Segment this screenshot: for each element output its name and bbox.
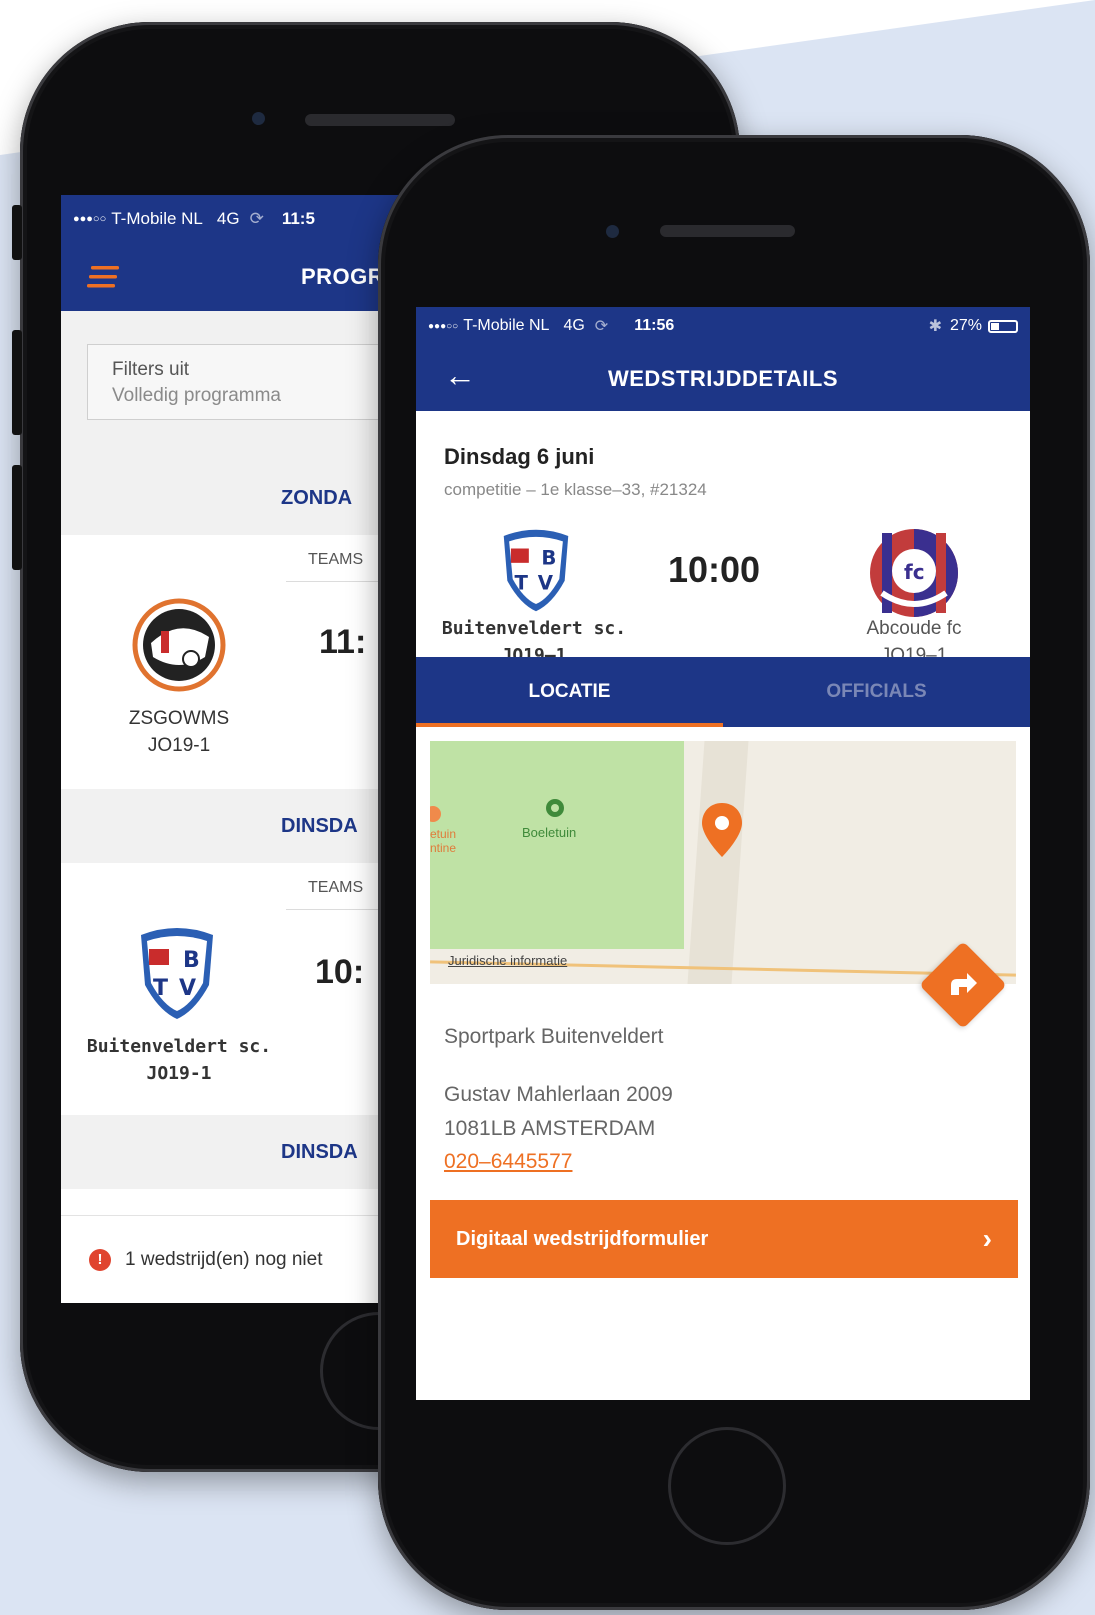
match-summary: Dinsdag 6 juni competitie – 1e klasse–33… (416, 411, 1030, 666)
address-city: 1081LB AMSTERDAM (444, 1117, 656, 1140)
team-category: JO19-1 (146, 1063, 212, 1084)
svg-text:B: B (541, 547, 556, 570)
filters-title: Filters uit (112, 359, 190, 380)
match-time: 11: (319, 623, 367, 661)
volume-down-button (12, 465, 22, 570)
map-park-area (430, 741, 684, 949)
match-date: Dinsdag 6 juni (444, 444, 595, 469)
svg-text:B: B (183, 948, 200, 973)
kickoff-time: 10:00 (668, 549, 761, 590)
wedstrijddetails-screen: ●●●○○ T-Mobile NL 4G ⟳ 11:56 ✱ 27% ← WED… (416, 307, 1030, 1400)
wifi-activity-icon: ⟳ (594, 318, 609, 335)
location-pin-icon (702, 803, 742, 857)
team-category: JO19-1 (147, 735, 211, 756)
wifi-activity-icon: ⟳ (249, 209, 264, 228)
front-phone: ●●●○○ T-Mobile NL 4G ⟳ 11:56 ✱ 27% ← WED… (378, 135, 1090, 1610)
volume-up-button (12, 330, 22, 435)
cta-label: Digitaal wedstrijdformulier (456, 1227, 709, 1250)
status-bar: ●●●○○ T-Mobile NL 4G ⟳ 11:56 ✱ 27% (416, 307, 1030, 345)
alert-icon: ! (89, 1248, 111, 1271)
map-park-label: Boeletuin (522, 825, 577, 840)
map-side-label: etuin ntine (430, 827, 457, 855)
signal-strength: ●●●○○ (428, 320, 459, 332)
home-club-logo: B T V (503, 529, 569, 612)
digital-match-form-button[interactable]: Digitaal wedstrijdformulier › (430, 1200, 1018, 1278)
clock: 11:56 (634, 317, 675, 334)
team-name: ZSGOWMS JO19-1 (61, 705, 297, 759)
carrier-name: T-Mobile NL (463, 317, 550, 334)
competition-info: competitie – 1e klasse–33, #21324 (444, 480, 707, 499)
location-map[interactable]: Boeletuin etuin ntine Juridische informa… (430, 741, 1016, 984)
venue-name: Sportpark Buitenveldert (444, 1025, 664, 1048)
detail-tabs: LOCATIE OFFICIALS (416, 657, 1030, 727)
bluetooth-icon: ✱ (928, 318, 942, 335)
network-type: 4G (216, 209, 240, 228)
away-team-title: Abcoude fc (866, 618, 962, 639)
away-club-logo: fc (870, 529, 958, 617)
map-road (687, 741, 749, 984)
battery-percent: 27% (949, 317, 982, 334)
svg-text:V: V (538, 572, 554, 595)
team-name: Buitenveldert sc. JO19-1 (61, 1033, 297, 1087)
front-camera (606, 225, 619, 238)
tab-officials[interactable]: OFFICIALS (723, 657, 1030, 727)
address-street: Gustav Mahlerlaan 2009 (444, 1083, 673, 1106)
clock: 11:5 (281, 209, 315, 228)
page-title: PROGR (301, 264, 385, 289)
team-title: Buitenveldert sc. (86, 1036, 272, 1057)
zsgowms-club-logo (132, 598, 226, 692)
phone-number-link[interactable]: 020–6445577 (444, 1150, 572, 1174)
bvtv-club-logo: B T V (141, 928, 213, 1019)
restaurant-marker-icon (430, 806, 441, 822)
nav-bar: ← WEDSTRIJDDETAILS (416, 345, 1030, 411)
filters-button[interactable]: Filters uit Volledig programma (87, 344, 417, 420)
mute-switch (12, 205, 22, 260)
svg-text:fc: fc (904, 560, 925, 584)
home-team-title: Buitenveldert sc. (441, 618, 627, 639)
carrier-name: T-Mobile NL (111, 209, 203, 228)
chevron-right-icon: › (982, 1223, 992, 1254)
team-title: ZSGOWMS (128, 708, 230, 729)
battery-icon (988, 319, 1018, 333)
filters-subtitle: Volledig programma (112, 385, 281, 406)
svg-text:T: T (153, 976, 168, 1001)
svg-text:T: T (515, 572, 529, 595)
speaker-grille (305, 114, 455, 126)
match-time: 10: (315, 953, 365, 991)
speaker-grille (660, 225, 795, 237)
tab-locatie[interactable]: LOCATIE (416, 657, 723, 727)
warning-text: 1 wedstrijd(en) nog niet (125, 1248, 323, 1270)
park-marker-icon (546, 799, 564, 817)
hamburger-icon[interactable] (87, 265, 121, 289)
map-legal-link[interactable]: Juridische informatie (448, 953, 567, 968)
svg-text:V: V (179, 976, 196, 1001)
front-camera (252, 112, 265, 125)
home-button[interactable] (668, 1427, 786, 1545)
network-type: 4G (563, 317, 585, 334)
directions-arrow-icon (951, 973, 977, 995)
page-title: WEDSTRIJDDETAILS (607, 366, 839, 391)
signal-strength: ●●●○○ (73, 213, 107, 225)
